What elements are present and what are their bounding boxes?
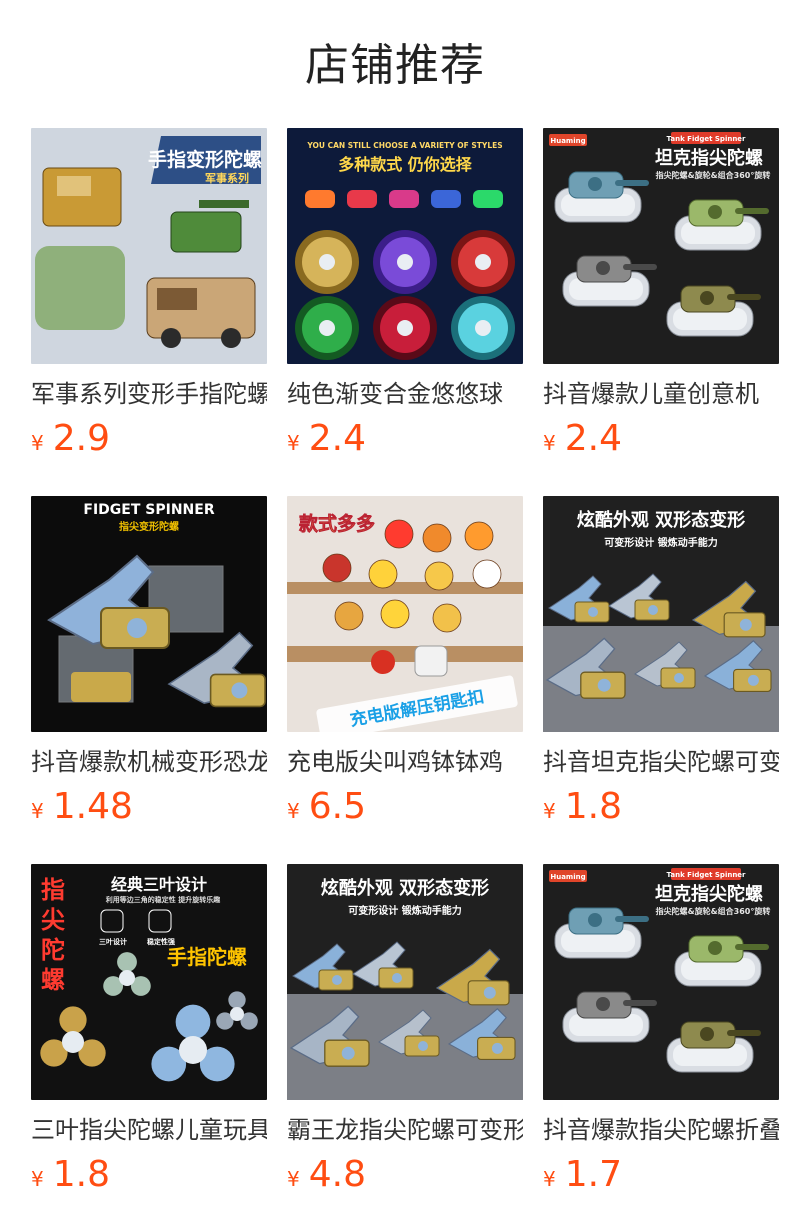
product-name[interactable]: 抖音爆款机械变形恐龙 [31, 744, 267, 780]
product-price: ¥6.5 [287, 785, 366, 829]
price-value: 2.4 [308, 418, 366, 459]
product-name[interactable]: 军事系列变形手指陀螺 [31, 376, 267, 412]
svg-text:手指陀螺: 手指陀螺 [167, 945, 247, 969]
svg-text:陀: 陀 [41, 936, 65, 964]
product-name[interactable]: 抖音爆款指尖陀螺折叠 [543, 1112, 779, 1148]
product-price: ¥2.4 [287, 417, 366, 461]
svg-text:炫酷外观 双形态变形: 炫酷外观 双形态变形 [577, 509, 745, 531]
price-value: 2.9 [52, 418, 110, 459]
product-card[interactable]: YOU CAN STILL CHOOSE A VARIETY OF STYLES… [287, 128, 523, 468]
svg-text:款式多多: 款式多多 [299, 512, 375, 535]
svg-text:指尖变形陀螺: 指尖变形陀螺 [119, 520, 179, 533]
price-value: 6.5 [308, 786, 366, 827]
product-name[interactable]: 充电版尖叫鸡钵钵鸡 [287, 744, 523, 780]
svg-text:可变形设计 锻炼动手能力: 可变形设计 锻炼动手能力 [604, 536, 717, 549]
product-image[interactable]: Huaming Tank Fidget Spinner 坦克指尖陀螺 指尖陀螺&旋轮&… [543, 128, 779, 364]
product-image[interactable]: 款式多多 充电版解压钥匙扣 [287, 496, 523, 732]
price-value: 1.8 [52, 1154, 110, 1195]
price-value: 1.7 [564, 1154, 622, 1195]
product-price: ¥2.9 [31, 417, 110, 461]
price-value: 1.48 [52, 786, 133, 827]
product-card[interactable]: 炫酷外观 双形态变形可变形设计 锻炼动手能力 霸王龙指尖陀螺可变形 ¥4.8 [287, 864, 523, 1204]
product-image[interactable]: YOU CAN STILL CHOOSE A VARIETY OF STYLES… [287, 128, 523, 364]
product-image[interactable]: FIDGET SPINNER 指尖变形陀螺 [31, 496, 267, 732]
product-card[interactable]: 炫酷外观 双形态变形可变形设计 锻炼动手能力 抖音坦克指尖陀螺可变 ¥1.8 [543, 496, 779, 836]
svg-text:多种款式 仍你选择: 多种款式 仍你选择 [338, 155, 473, 174]
product-price: ¥1.8 [31, 1153, 110, 1197]
svg-text:经典三叶设计: 经典三叶设计 [111, 875, 207, 894]
currency-symbol: ¥ [31, 431, 44, 455]
product-card[interactable]: Huaming Tank Fidget Spinner 坦克指尖陀螺 指尖陀螺&旋轮&… [543, 128, 779, 468]
svg-text:三叶设计: 三叶设计 [99, 937, 127, 946]
product-card[interactable]: 款式多多 充电版解压钥匙扣 充电版尖叫鸡钵钵鸡 ¥6.5 [287, 496, 523, 836]
product-price: ¥4.8 [287, 1153, 366, 1197]
currency-symbol: ¥ [31, 799, 44, 823]
product-card[interactable]: FIDGET SPINNER 指尖变形陀螺 抖音爆款机械变形恐龙 ¥1.48 [31, 496, 267, 836]
svg-text:YOU CAN STILL CHOOSE A VARIETY: YOU CAN STILL CHOOSE A VARIETY OF STYLES [306, 141, 502, 150]
product-image[interactable]: Huaming Tank Fidget Spinner 坦克指尖陀螺 指尖陀螺&旋轮&… [543, 864, 779, 1100]
product-name[interactable]: 抖音坦克指尖陀螺可变 [543, 744, 779, 780]
product-price: ¥1.48 [31, 785, 133, 829]
price-value: 2.4 [564, 418, 622, 459]
svg-text:手指变形陀螺: 手指变形陀螺 [148, 148, 262, 171]
product-image[interactable]: 炫酷外观 双形态变形可变形设计 锻炼动手能力 [543, 496, 779, 732]
svg-text:螺: 螺 [41, 966, 65, 994]
svg-text:指尖陀螺&旋轮&组合360°旋转: 指尖陀螺&旋轮&组合360°旋转 [656, 170, 771, 180]
product-name[interactable]: 霸王龙指尖陀螺可变形 [287, 1112, 523, 1148]
currency-symbol: ¥ [543, 431, 556, 455]
product-price: ¥2.4 [543, 417, 622, 461]
product-name[interactable]: 三叶指尖陀螺儿童玩具 [31, 1112, 267, 1148]
currency-symbol: ¥ [543, 799, 556, 823]
product-card[interactable]: 指尖陀螺经典三叶设计 利用等边三角的稳定性 提升旋转乐趣 三叶设计 稳定性强 手指陀螺 … [31, 864, 267, 1204]
svg-text:FIDGET SPINNER: FIDGET SPINNER [83, 502, 214, 518]
product-card[interactable]: Huaming Tank Fidget Spinner 坦克指尖陀螺 指尖陀螺&旋轮&… [543, 864, 779, 1204]
currency-symbol: ¥ [287, 1167, 300, 1191]
currency-symbol: ¥ [31, 1167, 44, 1191]
product-name[interactable]: 纯色渐变合金悠悠球 [287, 376, 523, 412]
svg-text:Tank Fidget Spinner: Tank Fidget Spinner [666, 871, 746, 879]
product-price: ¥1.7 [543, 1153, 622, 1197]
svg-text:尖: 尖 [41, 906, 65, 934]
page-title: 店铺推荐 [305, 40, 485, 91]
svg-text:坦克指尖陀螺: 坦克指尖陀螺 [655, 147, 763, 169]
svg-text:利用等边三角的稳定性 提升旋转乐趣: 利用等边三角的稳定性 提升旋转乐趣 [106, 895, 221, 904]
product-grid: 手指变形陀螺 军事系列 军事系列变形手指陀螺 ¥2.9 YOU CAN STILL… [31, 128, 790, 1228]
price-value: 1.8 [564, 786, 622, 827]
svg-text:Tank Fidget Spinner: Tank Fidget Spinner [666, 135, 746, 143]
product-price: ¥1.8 [543, 785, 622, 829]
svg-text:指: 指 [41, 876, 65, 904]
currency-symbol: ¥ [287, 799, 300, 823]
svg-text:坦克指尖陀螺: 坦克指尖陀螺 [655, 883, 763, 905]
product-image[interactable]: 指尖陀螺经典三叶设计 利用等边三角的稳定性 提升旋转乐趣 三叶设计 稳定性强 手指陀螺 [31, 864, 267, 1100]
svg-text:军事系列: 军事系列 [205, 171, 249, 185]
price-value: 4.8 [308, 1154, 366, 1195]
svg-text:指尖陀螺&旋轮&组合360°旋转: 指尖陀螺&旋轮&组合360°旋转 [656, 906, 771, 916]
product-image[interactable]: 手指变形陀螺 军事系列 [31, 128, 267, 364]
currency-symbol: ¥ [287, 431, 300, 455]
product-name[interactable]: 抖音爆款儿童创意机 [543, 376, 779, 412]
svg-text:可变形设计 锻炼动手能力: 可变形设计 锻炼动手能力 [348, 904, 461, 917]
svg-text:炫酷外观 双形态变形: 炫酷外观 双形态变形 [321, 877, 489, 899]
svg-text:Huaming: Huaming [550, 137, 585, 145]
product-image[interactable]: 炫酷外观 双形态变形可变形设计 锻炼动手能力 [287, 864, 523, 1100]
currency-symbol: ¥ [543, 1167, 556, 1191]
product-card[interactable]: 手指变形陀螺 军事系列 军事系列变形手指陀螺 ¥2.9 [31, 128, 267, 468]
svg-text:Huaming: Huaming [550, 873, 585, 881]
